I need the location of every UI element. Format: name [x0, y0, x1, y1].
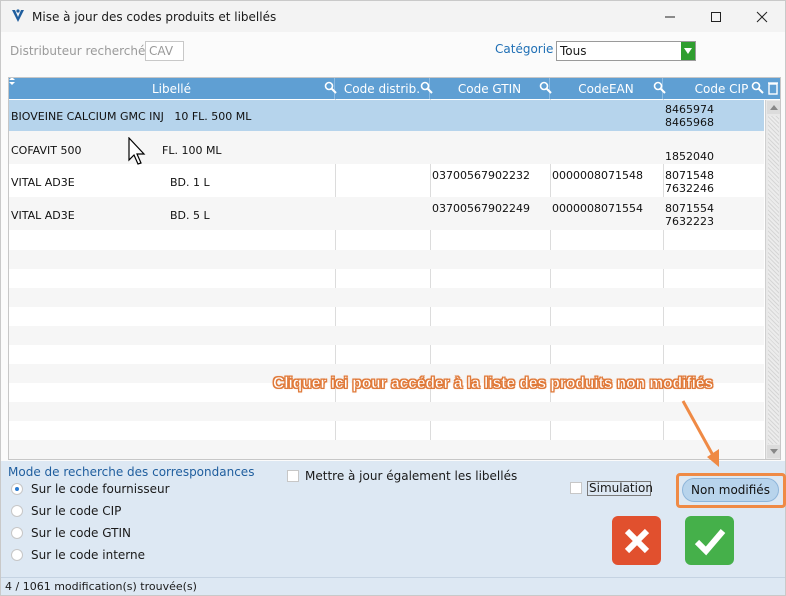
- radio-dot[interactable]: [11, 527, 23, 539]
- radio-dot[interactable]: [11, 549, 23, 561]
- cell-cip: 1852040: [665, 150, 714, 163]
- ok-button[interactable]: [685, 516, 734, 565]
- empty-row: [9, 440, 764, 459]
- cell-conditionnement: BD. 5 L: [170, 209, 210, 222]
- radio-label: Sur le code interne: [31, 548, 145, 562]
- chevron-up-icon: [769, 105, 778, 110]
- scroll-up-button[interactable]: [767, 101, 780, 114]
- cell-cip: 7632223: [665, 215, 714, 228]
- app-logo-icon: [12, 9, 24, 22]
- non-modifies-button[interactable]: Non modifiés: [682, 478, 779, 502]
- status-bar: 4 / 1061 modification(s) trouvée(s): [1, 577, 785, 595]
- dropdown-button[interactable]: [681, 42, 695, 60]
- cancel-x-icon: [624, 528, 649, 553]
- search-icon[interactable]: [323, 80, 339, 96]
- search-icon[interactable]: [652, 80, 668, 96]
- search-icon[interactable]: [750, 80, 766, 96]
- update-labels-label: Mettre à jour également les libellés: [305, 469, 518, 483]
- cell-ean: 0000008071554: [552, 202, 643, 215]
- radio-code-gtin[interactable]: Sur le code GTIN: [11, 525, 131, 541]
- scroll-down-button[interactable]: [767, 445, 780, 458]
- simulation-checkbox[interactable]: [570, 482, 582, 494]
- cell-gtin: 03700567902232: [432, 169, 530, 182]
- cell-cip: 8465974: [665, 103, 714, 116]
- minimize-button[interactable]: [647, 1, 693, 32]
- sort-icon[interactable]: [8, 77, 16, 85]
- radio-code-fournisseur[interactable]: Sur le code fournisseur: [11, 481, 170, 497]
- minimize-icon: [665, 16, 675, 17]
- trash-icon[interactable]: [765, 80, 781, 96]
- categorie-select[interactable]: Tous: [556, 41, 696, 61]
- main-window: Mise à jour des codes produits et libell…: [0, 0, 786, 596]
- cancel-button[interactable]: [612, 516, 661, 565]
- cell-cip: 7632246: [665, 182, 714, 195]
- title-bar: Mise à jour des codes produits et libell…: [1, 1, 785, 32]
- column-header-code-distrib[interactable]: Code distrib.: [335, 78, 430, 99]
- maximize-icon: [711, 11, 721, 22]
- cell-libelle: VITAL AD3E: [11, 176, 75, 189]
- scroll-track[interactable]: [768, 116, 779, 444]
- close-button[interactable]: [739, 1, 785, 32]
- table-row[interactable]: VITAL AD3E BD. 5 L 03700567902249 000000…: [9, 197, 764, 230]
- update-labels-checkbox[interactable]: [287, 470, 299, 482]
- vertical-scrollbar[interactable]: [765, 100, 780, 459]
- window-title: Mise à jour des codes produits et libell…: [32, 10, 277, 24]
- empty-row: [9, 250, 764, 269]
- products-grid: Libellé Code distrib. Code GTIN CodeEAN …: [8, 77, 781, 460]
- radio-label: Sur le code fournisseur: [31, 482, 170, 496]
- chevron-down-icon: [769, 449, 778, 454]
- simulation-label: Simulation: [589, 481, 653, 495]
- search-icon[interactable]: [419, 80, 435, 96]
- chevron-down-icon: [684, 48, 692, 54]
- table-row[interactable]: VITAL AD3E BD. 1 L 03700567902232 000000…: [9, 164, 764, 197]
- cell-cip: 8071554: [665, 202, 714, 215]
- checkmark-icon: [694, 528, 725, 555]
- column-header-code-gtin[interactable]: Code GTIN: [430, 78, 550, 99]
- close-icon: [756, 11, 768, 22]
- search-icon[interactable]: [538, 80, 554, 96]
- cell-gtin: 03700567902249: [432, 202, 530, 215]
- table-row[interactable]: BIOVEINE CALCIUM GMC INJ 10 FL. 500 ML 8…: [9, 100, 764, 131]
- cell-libelle: COFAVIT 500: [11, 144, 82, 157]
- categorie-value: Tous: [560, 44, 587, 58]
- grid-header: Libellé Code distrib. Code GTIN CodeEAN …: [9, 78, 780, 99]
- empty-row: [9, 326, 764, 345]
- cell-conditionnement: FL. 100 ML: [162, 144, 222, 157]
- radio-label: Sur le code GTIN: [31, 526, 131, 540]
- mode-title: Mode de recherche des correspondances: [8, 465, 255, 479]
- cell-conditionnement: BD. 1 L: [170, 176, 210, 189]
- radio-code-interne[interactable]: Sur le code interne: [11, 547, 145, 563]
- cell-libelle: BIOVEINE CALCIUM GMC INJ 10 FL. 500 ML: [11, 110, 252, 123]
- column-header-codeean[interactable]: CodeEAN: [550, 78, 663, 99]
- radio-dot[interactable]: [11, 505, 23, 517]
- radio-dot[interactable]: [11, 483, 23, 495]
- maximize-button[interactable]: [693, 1, 739, 32]
- table-row[interactable]: COFAVIT 500 FL. 100 ML 1852040: [9, 131, 764, 164]
- cell-cip: 8071548: [665, 169, 714, 182]
- radio-code-cip[interactable]: Sur le code CIP: [11, 503, 121, 519]
- cell-libelle: VITAL AD3E: [11, 209, 75, 222]
- categorie-label: Catégorie: [495, 42, 554, 56]
- cell-ean: 0000008071548: [552, 169, 643, 182]
- distributeur-input[interactable]: CAV: [145, 41, 184, 61]
- cell-cip: 8465968: [665, 116, 714, 129]
- empty-row: [9, 288, 764, 307]
- annotation-arrow-icon: [681, 400, 719, 467]
- distributeur-label: Distributeur recherché: [10, 44, 146, 58]
- radio-label: Sur le code CIP: [31, 504, 122, 518]
- column-header-libelle[interactable]: Libellé: [9, 78, 335, 99]
- empty-row: [9, 402, 764, 421]
- annotation-text: Cliquer ici pour accéder à la liste des …: [273, 375, 714, 393]
- mouse-cursor-icon: [128, 137, 146, 165]
